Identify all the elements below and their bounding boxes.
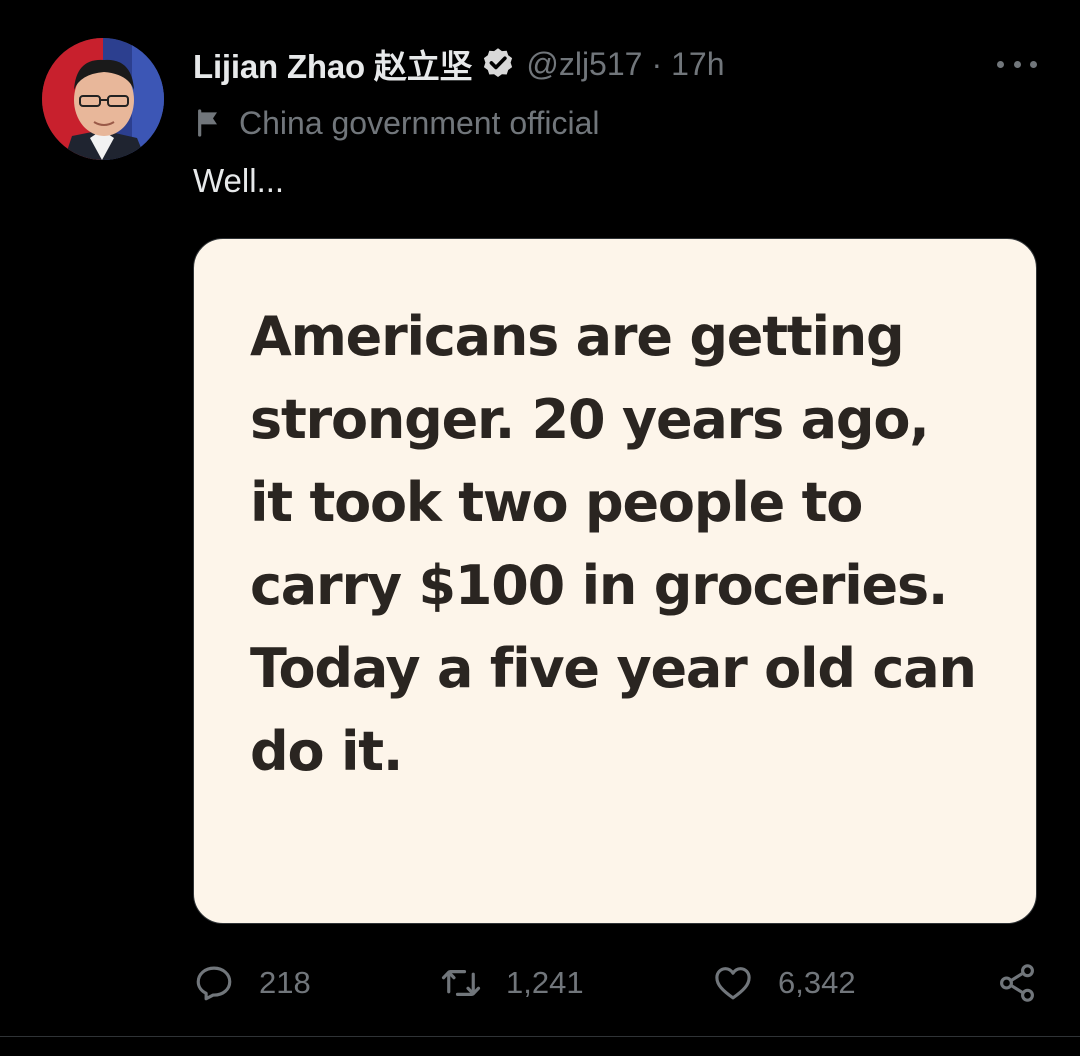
avatar-image — [42, 38, 164, 160]
tweet-text: Well... — [193, 162, 285, 199]
heart-icon — [715, 967, 751, 1000]
tweet-media-image[interactable]: Americans are getting stronger. 20 years… — [193, 238, 1037, 924]
author-display-name[interactable]: Lijian Zhao 赵立坚 — [193, 40, 473, 88]
tweet-timestamp[interactable]: 17h — [671, 46, 724, 83]
more-dot — [1013, 60, 1021, 68]
share-button[interactable] — [996, 955, 1038, 1011]
reply-count: 218 — [259, 965, 311, 1000]
government-label[interactable]: China government official — [193, 101, 600, 145]
more-dot — [997, 60, 1004, 68]
bottom-divider — [0, 1036, 1080, 1037]
reply-button[interactable]: 218 — [193, 955, 311, 1011]
like-button[interactable]: 6,342 — [712, 955, 856, 1011]
tweet-header: Lijian Zhao 赵立坚 @zlj517 · 17h — [193, 40, 724, 88]
separator-dot: · — [651, 45, 663, 82]
retweet-icon — [441, 970, 481, 996]
avatar[interactable] — [42, 38, 164, 160]
verified-badge-icon — [480, 46, 516, 82]
tweet: Lijian Zhao 赵立坚 @zlj517 · 17h China gove… — [0, 0, 1080, 1056]
like-count: 6,342 — [778, 965, 856, 1000]
share-icon — [1000, 964, 1034, 1002]
retweet-button[interactable]: 1,241 — [440, 955, 584, 1011]
label-text: China government official — [239, 104, 600, 141]
retweet-count: 1,241 — [506, 965, 584, 1000]
reply-icon — [196, 966, 232, 1001]
author-handle[interactable]: @zlj517 — [526, 46, 642, 83]
more-dot — [1030, 60, 1037, 68]
media-caption-text: Americans are getting stronger. 20 years… — [250, 305, 977, 783]
more-options-icon[interactable] — [997, 58, 1037, 70]
tweet-actions: 218 1,241 6,342 — [193, 955, 1043, 1011]
flag-icon — [198, 109, 217, 137]
